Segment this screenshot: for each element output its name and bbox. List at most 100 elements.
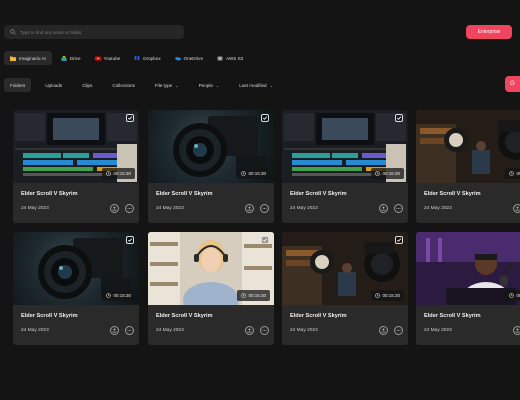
share-icon — [381, 206, 386, 211]
aws-s3-icon — [217, 56, 223, 60]
select-checkbox[interactable] — [395, 114, 403, 122]
clock-icon — [509, 293, 515, 298]
clock-icon — [241, 171, 247, 176]
asset-date: 24 May 2023 — [290, 328, 318, 333]
chevron-down-icon: ⌄ — [175, 82, 179, 88]
onedrive-icon — [174, 56, 181, 60]
source-drive[interactable]: Drive — [56, 51, 86, 65]
select-checkbox[interactable] — [126, 236, 134, 244]
more-options-button[interactable] — [260, 204, 269, 213]
asset-card[interactable]: 00:15:30 Elder Scroll V Skyrim 24 May 20… — [148, 110, 274, 223]
share-button[interactable] — [379, 326, 388, 335]
duration-text: 00:15:30 — [248, 171, 266, 176]
duration-text: 00:15:30 — [516, 293, 520, 298]
google-drive-icon — [60, 55, 67, 61]
more-options-button[interactable] — [125, 204, 134, 213]
share-button[interactable] — [513, 326, 520, 335]
duration-text: 00:15:30 — [113, 171, 131, 176]
search-input[interactable] — [20, 29, 180, 35]
select-checkbox[interactable] — [126, 114, 134, 122]
duration-badge: 00:15:30 — [505, 168, 520, 179]
clock-icon — [375, 171, 381, 176]
share-icon — [381, 328, 386, 333]
source-dropbox[interactable]: Dropbox — [129, 51, 165, 65]
filter-last-modified[interactable]: Last modified ⌄ — [233, 78, 279, 92]
source-label: Drive — [69, 55, 81, 61]
clock-icon — [375, 293, 381, 298]
asset-date: 24 May 2023 — [21, 206, 49, 211]
select-checkbox[interactable] — [395, 236, 403, 244]
enterprise-button[interactable]: Enterprise — [466, 25, 512, 39]
share-button[interactable] — [245, 326, 254, 335]
duration-badge: 00:15:30 — [505, 290, 520, 301]
share-button[interactable] — [513, 204, 520, 213]
duration-text: 00:15:30 — [516, 171, 520, 176]
filter-label: Clips — [82, 82, 93, 88]
filter-bar: Folders Uploads Clips Collections File t… — [4, 78, 287, 92]
filter-uploads[interactable]: Uploads — [39, 78, 68, 92]
asset-title: Elder Scroll V Skyrim — [424, 191, 481, 197]
share-button[interactable] — [245, 204, 254, 213]
checkmark-icon — [262, 116, 268, 120]
more-icon — [127, 208, 132, 209]
share-button[interactable] — [110, 326, 119, 335]
search-bar[interactable] — [4, 25, 184, 39]
asset-title: Elder Scroll V Skyrim — [424, 313, 481, 319]
share-icon — [247, 328, 252, 333]
more-options-button[interactable] — [260, 326, 269, 335]
source-label: Youtube — [103, 55, 121, 61]
duration-badge: 00:15:30 — [371, 168, 404, 179]
asset-card[interactable]: 00:15:30 Elder Scroll V Skyrim 24 May 20… — [148, 232, 274, 345]
add-button[interactable]: G — [505, 76, 520, 92]
filter-people[interactable]: People ⌄ — [193, 78, 226, 92]
asset-card[interactable]: 00:15:30 Elder Scroll V Skyrim 24 May 20… — [416, 232, 520, 345]
duration-badge: 00:15:30 — [102, 168, 135, 179]
source-youtube[interactable]: Youtube — [90, 51, 126, 65]
checkmark-icon — [396, 116, 402, 120]
select-checkbox[interactable] — [261, 236, 269, 244]
filter-clips[interactable]: Clips — [76, 78, 98, 92]
more-icon — [396, 208, 401, 209]
chevron-down-icon: ⌄ — [215, 82, 220, 88]
source-onedrive[interactable]: OneDrive — [170, 51, 208, 65]
filter-file-type[interactable]: File type ⌄ — [149, 78, 185, 92]
asset-card[interactable]: 00:15:30 Elder Scroll V Skyrim 24 May 20… — [282, 110, 408, 223]
checkmark-icon — [262, 238, 268, 242]
clock-icon — [241, 293, 247, 298]
checkmark-icon — [127, 238, 133, 242]
asset-card[interactable]: 00:15:30 Elder Scroll V Skyrim 24 May 20… — [416, 110, 520, 223]
share-icon — [515, 328, 520, 333]
source-imaginario[interactable]: Imaginario AI — [4, 51, 52, 65]
filter-label: File type — [154, 82, 173, 88]
asset-card[interactable]: 00:15:30 Elder Scroll V Skyrim 24 May 20… — [282, 232, 408, 345]
dropbox-icon — [134, 55, 141, 60]
asset-card[interactable]: 00:15:30 Elder Scroll V Skyrim 24 May 20… — [13, 232, 139, 345]
checkmark-icon — [396, 238, 402, 242]
duration-text: 00:15:30 — [382, 171, 400, 176]
filter-label: People — [198, 82, 213, 88]
filter-folders[interactable]: Folders — [4, 78, 32, 92]
filter-label: Collections — [112, 82, 135, 88]
more-options-button[interactable] — [125, 326, 134, 335]
more-options-button[interactable] — [394, 326, 403, 335]
source-label: AWS S3 — [226, 55, 244, 61]
duration-badge: 00:15:30 — [371, 290, 404, 301]
duration-text: 00:15:30 — [248, 293, 266, 298]
select-checkbox[interactable] — [261, 114, 269, 122]
add-button-label: G — [510, 81, 515, 87]
share-button[interactable] — [379, 204, 388, 213]
asset-card[interactable]: 00:15:30 Elder Scroll V Skyrim 24 May 20… — [13, 110, 139, 223]
asset-date: 24 May 2023 — [156, 328, 184, 333]
asset-date: 24 May 2023 — [424, 328, 452, 333]
clock-icon — [106, 293, 112, 298]
source-aws-s3[interactable]: AWS S3 — [212, 51, 248, 65]
filter-collections[interactable]: Collections — [106, 78, 140, 92]
more-options-button[interactable] — [394, 204, 403, 213]
duration-badge: 00:15:30 — [102, 290, 135, 301]
filter-label: Last modified — [239, 82, 267, 88]
more-icon — [262, 208, 267, 209]
asset-title: Elder Scroll V Skyrim — [21, 313, 78, 319]
clock-icon — [106, 171, 112, 176]
share-button[interactable] — [110, 204, 119, 213]
share-icon — [515, 206, 520, 211]
